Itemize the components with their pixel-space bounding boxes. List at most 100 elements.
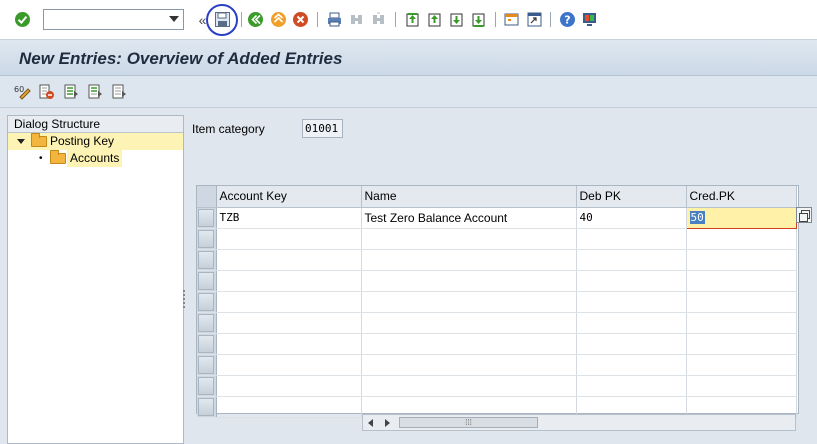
name-cell[interactable] xyxy=(361,312,577,334)
name-cell[interactable] xyxy=(361,291,577,313)
help-icon[interactable]: ? xyxy=(559,11,576,28)
name-cell[interactable] xyxy=(361,333,577,355)
print-icon[interactable] xyxy=(326,11,343,28)
create-session-icon[interactable] xyxy=(503,11,520,28)
table-row xyxy=(197,312,797,334)
dialog-structure-header: Dialog Structure xyxy=(8,116,183,133)
system-toolbar: « ? xyxy=(0,0,817,40)
account-key-cell[interactable] xyxy=(216,396,362,418)
column-header-cred-pk[interactable]: Cred.PK xyxy=(686,186,797,208)
cred-pk-cell[interactable] xyxy=(686,291,797,313)
name-cell[interactable] xyxy=(361,375,577,397)
cred-pk-cell[interactable] xyxy=(686,354,797,376)
next-page-icon[interactable] xyxy=(448,11,465,28)
deb-pk-cell[interactable] xyxy=(576,354,687,376)
name-cell[interactable] xyxy=(361,228,577,250)
account-key-cell[interactable] xyxy=(216,270,362,292)
table-row: TZB Test Zero Balance Account 40 50 xyxy=(197,206,797,229)
row-selector[interactable] xyxy=(197,396,217,418)
column-header-deb-pk[interactable]: Deb PK xyxy=(576,186,687,208)
deselect-all-icon[interactable] xyxy=(111,83,128,100)
display-change-icon[interactable]: 60 xyxy=(14,83,31,100)
deb-pk-cell[interactable] xyxy=(576,249,687,271)
account-key-cell[interactable] xyxy=(216,249,362,271)
column-header-account-key[interactable]: Account Key xyxy=(216,186,362,208)
deb-pk-cell[interactable] xyxy=(576,375,687,397)
back-icon[interactable] xyxy=(247,11,264,28)
account-key-cell[interactable] xyxy=(216,228,362,250)
value-help-icon[interactable] xyxy=(796,207,812,223)
row-selector[interactable] xyxy=(197,207,217,229)
account-key-cell[interactable] xyxy=(216,312,362,334)
row-selector[interactable] xyxy=(197,228,217,250)
deb-pk-cell[interactable]: 40 xyxy=(576,207,687,229)
tree-item-accounts[interactable]: • Accounts xyxy=(8,150,183,167)
dialog-structure-panel: Dialog Structure Posting Key • Accounts xyxy=(7,115,184,444)
page-title: New Entries: Overview of Added Entries xyxy=(19,49,343,68)
select-all-icon[interactable] xyxy=(63,83,80,100)
exit-icon[interactable] xyxy=(270,11,287,28)
row-selector[interactable] xyxy=(197,333,217,355)
account-key-cell[interactable] xyxy=(216,375,362,397)
table-row xyxy=(197,375,797,397)
bullet-icon: • xyxy=(39,153,43,164)
table-row xyxy=(197,249,797,271)
name-cell[interactable] xyxy=(361,270,577,292)
cred-pk-cell[interactable]: 50 xyxy=(685,206,797,229)
row-selector[interactable] xyxy=(197,354,217,376)
cred-pk-cell[interactable] xyxy=(686,249,797,271)
customize-layout-icon[interactable] xyxy=(581,11,598,28)
table-row xyxy=(197,270,797,292)
select-all-cell[interactable] xyxy=(197,186,217,208)
account-key-cell[interactable] xyxy=(216,354,362,376)
tree-item-label: Posting Key xyxy=(50,134,115,148)
cred-pk-cell[interactable] xyxy=(686,375,797,397)
previous-page-icon[interactable] xyxy=(426,11,443,28)
first-page-icon[interactable] xyxy=(404,11,421,28)
cred-pk-cell[interactable] xyxy=(686,312,797,334)
find-next-icon[interactable] xyxy=(370,11,387,28)
name-cell[interactable] xyxy=(361,354,577,376)
tree-item-posting-key[interactable]: Posting Key xyxy=(8,133,183,150)
account-key-cell[interactable] xyxy=(216,291,362,313)
svg-text:60: 60 xyxy=(14,85,24,94)
delete-icon[interactable] xyxy=(38,83,55,100)
name-cell[interactable] xyxy=(361,249,577,271)
row-selector[interactable] xyxy=(197,291,217,313)
deb-pk-cell[interactable] xyxy=(576,312,687,334)
name-cell[interactable]: Test Zero Balance Account xyxy=(361,207,577,229)
cred-pk-value: 50 xyxy=(689,211,705,224)
deb-pk-cell[interactable] xyxy=(576,333,687,355)
cred-pk-cell[interactable] xyxy=(686,228,797,250)
save-icon xyxy=(214,11,231,28)
enter-icon[interactable] xyxy=(14,11,31,28)
cred-pk-cell[interactable] xyxy=(686,333,797,355)
last-page-icon[interactable] xyxy=(470,11,487,28)
deb-pk-cell[interactable] xyxy=(576,270,687,292)
row-selector[interactable] xyxy=(197,375,217,397)
row-selector[interactable] xyxy=(197,249,217,271)
cancel-icon[interactable] xyxy=(292,11,309,28)
scrollbar-thumb[interactable]: ⁞⁞⁞ xyxy=(399,417,538,428)
deb-pk-cell[interactable] xyxy=(576,228,687,250)
command-field[interactable] xyxy=(43,9,184,30)
select-block-icon[interactable] xyxy=(87,83,104,100)
cred-pk-cell[interactable] xyxy=(686,270,797,292)
expand-triangle-icon[interactable] xyxy=(17,139,25,144)
scroll-left-icon[interactable] xyxy=(368,419,373,427)
deb-pk-cell[interactable] xyxy=(576,291,687,313)
shortcut-icon[interactable] xyxy=(526,11,543,28)
table-row xyxy=(197,354,797,376)
toolbar-separator xyxy=(241,12,242,27)
table-row xyxy=(197,291,797,313)
account-key-cell[interactable] xyxy=(216,333,362,355)
horizontal-scrollbar[interactable]: ⁞⁞⁞ xyxy=(362,414,796,431)
account-key-cell[interactable]: TZB xyxy=(216,207,362,229)
accounts-table: Account Key Name Deb PK Cred.PK TZB Test… xyxy=(196,185,799,418)
scroll-right-icon[interactable] xyxy=(385,419,390,427)
row-selector[interactable] xyxy=(197,312,217,334)
chevron-down-icon[interactable] xyxy=(169,16,179,22)
row-selector[interactable] xyxy=(197,270,217,292)
find-icon[interactable] xyxy=(348,11,365,28)
column-header-name[interactable]: Name xyxy=(361,186,577,208)
